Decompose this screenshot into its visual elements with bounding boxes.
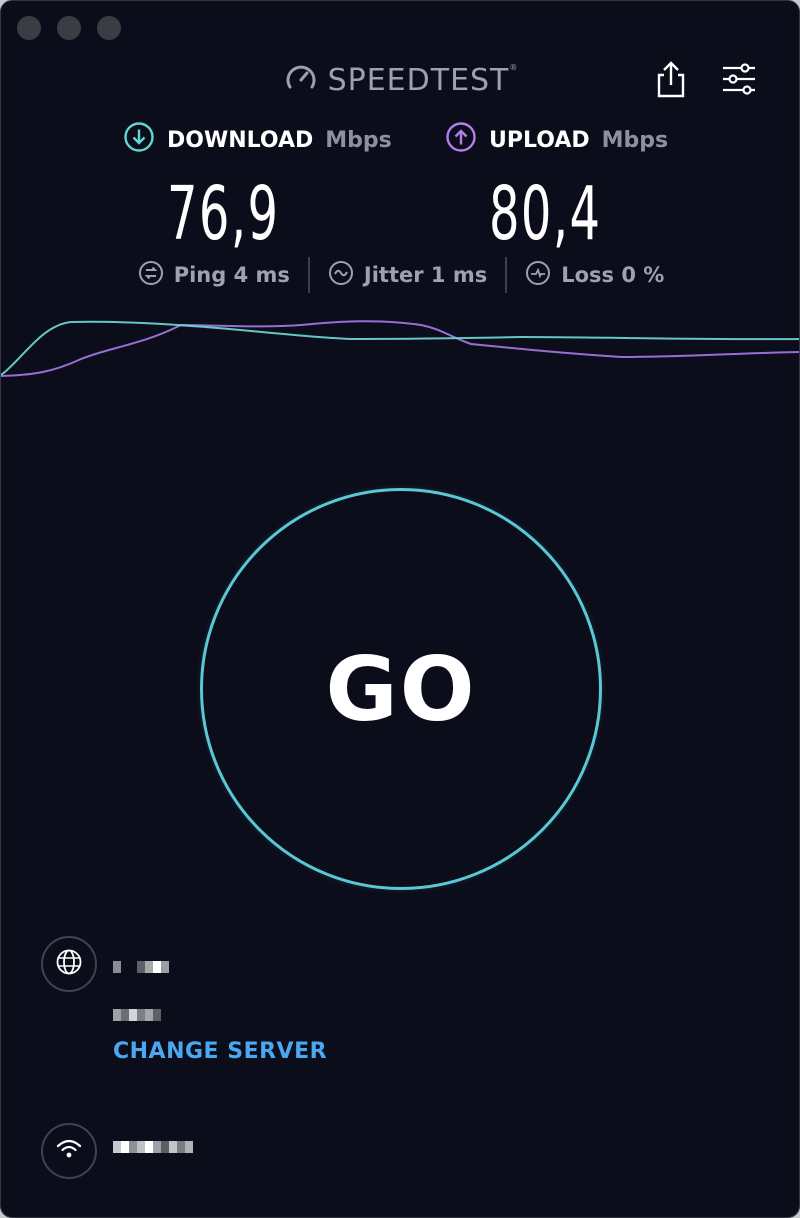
upload-value: 80,4 — [489, 171, 602, 257]
download-label: DOWNLOAD — [167, 127, 314, 153]
server-globe-button[interactable] — [41, 936, 97, 992]
server-location-redacted — [113, 1009, 161, 1021]
ping-text: Ping 4 ms — [173, 263, 290, 287]
speedtest-window: SPEEDTEST® DOWNLOAD Mbps 76,9 UPLOAD Mbp… — [0, 0, 800, 1218]
upload-metric: UPLOAD Mbps 80,4 — [445, 121, 668, 251]
network-name-redacted — [113, 1141, 193, 1153]
server-provider-redacted — [113, 961, 169, 973]
zoom-window-button[interactable] — [97, 16, 121, 40]
loss-text: Loss 0 % — [561, 263, 665, 287]
ping-stat: Ping 4 ms — [120, 260, 308, 291]
wifi-icon — [55, 1137, 83, 1165]
ping-icon — [138, 260, 164, 291]
share-button[interactable] — [653, 59, 689, 99]
minimize-window-button[interactable] — [57, 16, 81, 40]
share-icon — [653, 61, 689, 103]
settings-button[interactable] — [719, 61, 759, 97]
upload-header: UPLOAD Mbps — [445, 121, 668, 159]
jitter-stat: Jitter 1 ms — [310, 260, 505, 291]
loss-icon — [525, 260, 551, 291]
window-controls — [17, 16, 121, 40]
sliders-icon — [719, 63, 759, 101]
close-window-button[interactable] — [17, 16, 41, 40]
go-label: GO — [325, 637, 477, 741]
upload-graph-line — [1, 320, 799, 377]
change-server-link[interactable]: CHANGE SERVER — [113, 1039, 327, 1064]
globe-icon — [55, 948, 83, 980]
speedometer-icon — [284, 61, 318, 99]
upload-arrow-icon — [445, 121, 477, 159]
download-metric: DOWNLOAD Mbps 76,9 — [123, 121, 392, 251]
latency-stats: Ping 4 ms Jitter 1 ms Loss 0 % — [1, 257, 799, 293]
jitter-text: Jitter 1 ms — [363, 263, 488, 287]
download-graph-line — [1, 320, 799, 376]
upload-unit: Mbps — [601, 127, 669, 153]
download-value: 76,9 — [167, 171, 280, 257]
speed-graph — [1, 320, 799, 377]
network-wifi-button[interactable] — [41, 1123, 97, 1179]
download-header: DOWNLOAD Mbps — [123, 121, 392, 159]
download-arrow-icon — [123, 121, 155, 159]
upload-label: UPLOAD — [489, 127, 590, 153]
go-button[interactable]: GO — [200, 488, 602, 890]
jitter-icon — [328, 260, 354, 291]
download-unit: Mbps — [325, 127, 392, 153]
loss-stat: Loss 0 % — [507, 260, 682, 291]
app-title: SPEEDTEST® — [327, 62, 519, 98]
